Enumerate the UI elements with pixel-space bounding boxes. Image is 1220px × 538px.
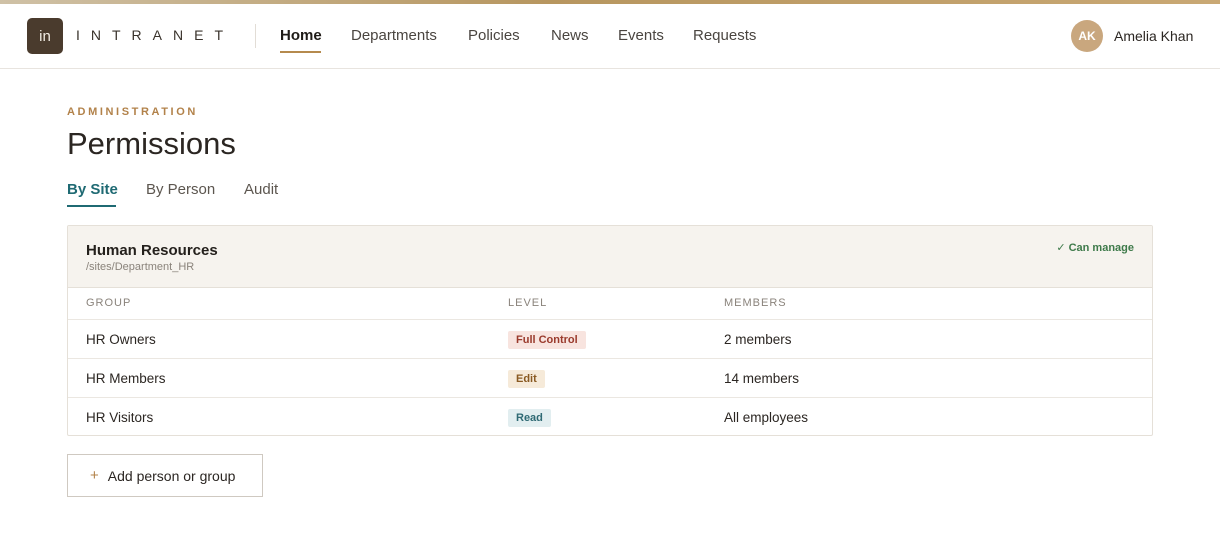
nav-requests[interactable]: Requests [693,27,756,44]
table-row[interactable]: HR Members Edit 14 members [68,358,1152,397]
brand-name: INTRANET [76,27,234,43]
header-divider [255,24,256,48]
table-row[interactable]: HR Visitors Read All employees [68,397,1152,435]
column-header-group: GROUP [86,297,132,309]
level-badge: Read [508,409,551,427]
nav-home[interactable]: Home [280,27,322,44]
site-header: Human Resources /sites/Department_HR ✓ C… [68,226,1152,288]
tab-by-person[interactable]: By Person [146,181,215,198]
tab-active-indicator [67,205,116,207]
user-name[interactable]: Amelia Khan [1114,28,1193,44]
group-name: HR Members [86,371,166,386]
group-name: HR Visitors [86,410,154,425]
nav-events[interactable]: Events [618,27,664,44]
intranet-logo[interactable]: in [27,18,63,54]
section-eyebrow: ADMINISTRATION [67,106,198,118]
add-person-or-group-button[interactable]: + Add person or group [67,454,263,497]
add-button-label: Add person or group [107,467,236,484]
tab-by-site[interactable]: By Site [67,181,118,198]
tab-audit[interactable]: Audit [244,181,278,198]
level-badge: Edit [508,370,545,388]
plus-icon: + [90,467,99,484]
members-count: 14 members [724,371,800,386]
page-title: Permissions [67,126,236,161]
members-count: All employees [724,410,809,425]
can-manage-badge: ✓ Can manage [1056,242,1134,254]
column-header-members: MEMBERS [724,297,787,309]
nav-policies[interactable]: Policies [468,27,520,44]
user-avatar[interactable]: AK [1071,20,1103,52]
table-row[interactable]: HR Owners Full Control 2 members [68,319,1152,358]
column-header-level: LEVEL [508,297,548,309]
nav-active-indicator [280,51,321,53]
top-header: in INTRANET Home Departments Policies Ne… [0,4,1220,69]
site-permissions-card: Human Resources /sites/Department_HR ✓ C… [67,225,1153,436]
nav-news[interactable]: News [551,27,589,44]
site-name: Human Resources [86,242,218,259]
level-badge: Full Control [508,331,586,349]
nav-departments[interactable]: Departments [351,27,437,44]
members-count: 2 members [724,332,792,347]
group-name: HR Owners [86,332,156,347]
site-path: /sites/Department_HR [86,261,195,273]
